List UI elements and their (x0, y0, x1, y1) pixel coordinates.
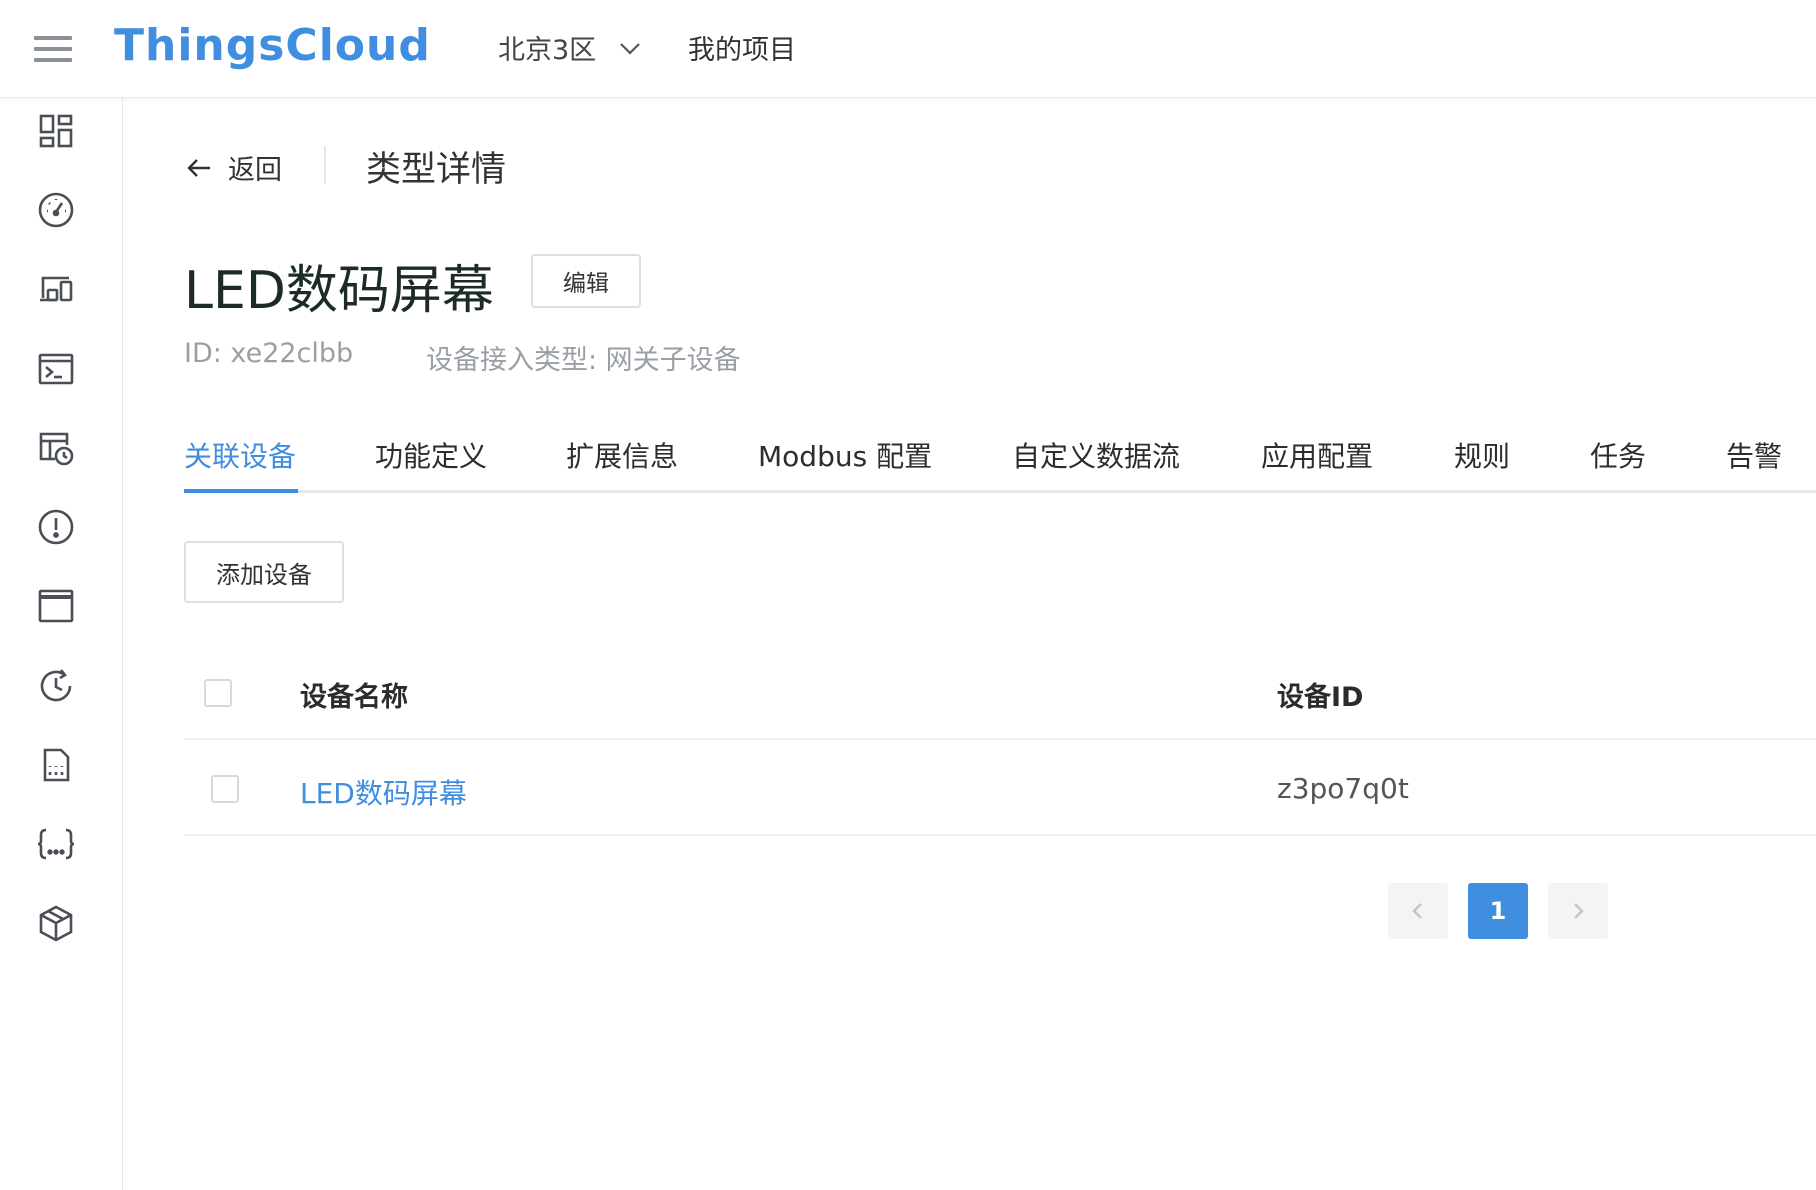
chevron-right-icon (1574, 903, 1584, 919)
window-icon[interactable] (33, 583, 79, 629)
device-type-name: LED数码屏幕 (184, 261, 494, 321)
device-table: 设备名称 设备ID LED数码屏幕 z3po7q0t (184, 643, 1816, 836)
sim-card-icon[interactable] (33, 742, 79, 788)
prev-page-button[interactable] (1388, 883, 1448, 939)
back-button[interactable]: 返回 (184, 148, 282, 187)
tab-alarms[interactable]: 告警 (1726, 435, 1782, 475)
active-tab-indicator (184, 489, 298, 493)
gauge-icon[interactable] (33, 187, 79, 233)
sidebar (0, 98, 123, 1190)
chevron-down-icon (620, 42, 640, 55)
region-label: 北京3区 (498, 35, 597, 66)
add-device-button[interactable]: 添加设备 (184, 541, 344, 603)
device-name-link[interactable]: LED数码屏幕 (300, 772, 467, 812)
region-selector[interactable]: 北京3区 (498, 28, 642, 67)
back-label: 返回 (228, 155, 282, 186)
top-bar: ThingsCloud 北京3区 我的项目 (0, 0, 1816, 98)
alert-icon[interactable] (33, 504, 79, 550)
column-header-device-id[interactable]: 设备ID (1277, 675, 1363, 714)
main-content: 返回 类型详情 LED数码屏幕 编辑 ID: xe22clbb 设备接入类型: … (124, 98, 1816, 1190)
device-id-cell: z3po7q0t (1277, 772, 1409, 805)
package-icon[interactable] (33, 900, 79, 946)
schedule-icon[interactable] (33, 425, 79, 471)
page-number-current[interactable]: 1 (1468, 883, 1528, 939)
table-row: LED数码屏幕 z3po7q0t (184, 740, 1816, 836)
tab-app-config[interactable]: 应用配置 (1261, 435, 1373, 475)
table-header: 设备名称 设备ID (184, 643, 1816, 740)
device-access-type: 设备接入类型: 网关子设备 (426, 345, 741, 376)
arrow-left-icon (187, 158, 210, 177)
tab-modbus-config[interactable]: Modbus 配置 (758, 435, 932, 475)
tab-related-devices[interactable]: 关联设备 (184, 435, 296, 475)
history-icon[interactable] (33, 663, 79, 709)
devices-icon[interactable] (33, 266, 79, 312)
device-type-id: ID: xe22clbb (184, 338, 354, 369)
edit-button[interactable]: 编辑 (531, 254, 641, 308)
next-page-button[interactable] (1548, 883, 1608, 939)
chevron-left-icon (1412, 903, 1422, 919)
terminal-icon[interactable] (33, 346, 79, 392)
app-logo[interactable]: ThingsCloud (114, 20, 431, 71)
breadcrumb-divider (324, 146, 326, 184)
dashboard-icon[interactable] (33, 108, 79, 154)
page-title: 类型详情 (366, 150, 507, 190)
tab-extended-info[interactable]: 扩展信息 (566, 435, 678, 475)
row-checkbox[interactable] (211, 775, 239, 803)
tab-function-definition[interactable]: 功能定义 (375, 435, 487, 475)
column-header-device-name[interactable]: 设备名称 (300, 675, 408, 714)
code-braces-icon[interactable] (33, 821, 79, 867)
select-all-checkbox[interactable] (204, 679, 232, 707)
tab-rules[interactable]: 规则 (1454, 435, 1510, 475)
tab-tasks[interactable]: 任务 (1590, 435, 1646, 475)
project-link[interactable]: 我的项目 (688, 28, 796, 67)
tab-custom-datastream[interactable]: 自定义数据流 (1012, 435, 1180, 475)
menu-icon[interactable] (34, 36, 74, 62)
tab-bar: 关联设备 功能定义 扩展信息 Modbus 配置 自定义数据流 应用配置 规则 … (184, 423, 1816, 493)
